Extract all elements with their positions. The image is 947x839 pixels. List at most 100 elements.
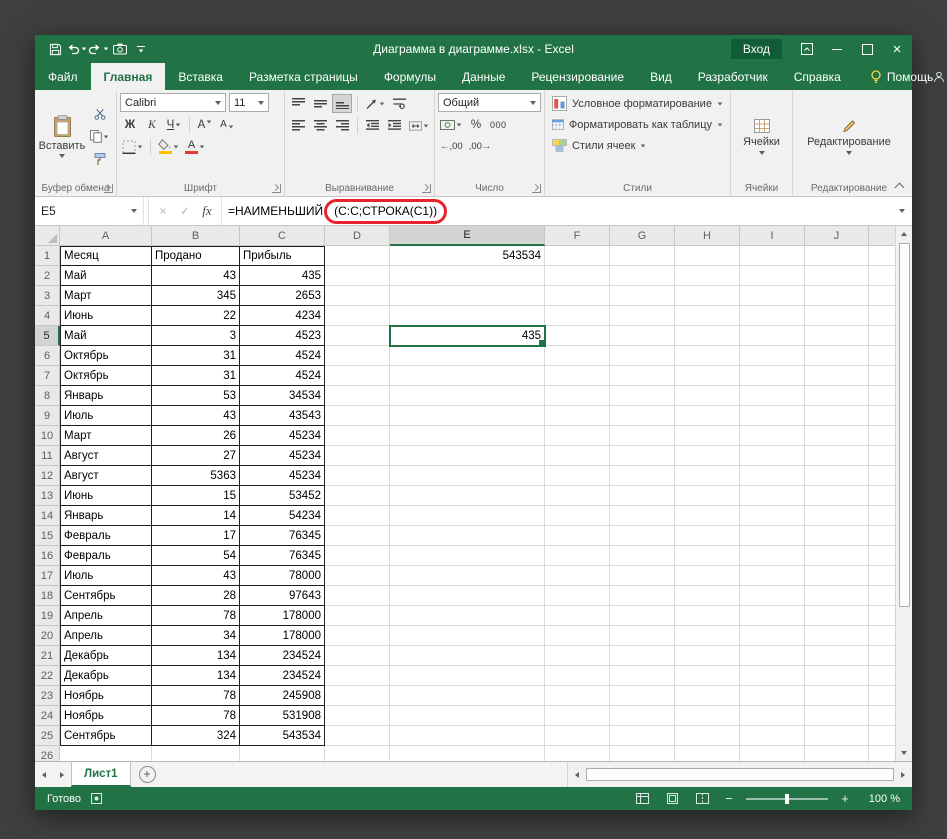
- cell-G4[interactable]: [610, 306, 675, 326]
- cell-A26[interactable]: [60, 746, 152, 761]
- cell-J5[interactable]: [805, 326, 869, 346]
- cell-F4[interactable]: [545, 306, 610, 326]
- cell-B15[interactable]: 17: [152, 526, 240, 546]
- cell-D17[interactable]: [325, 566, 390, 586]
- cell-H3[interactable]: [675, 286, 740, 306]
- cell-G15[interactable]: [610, 526, 675, 546]
- cell-K4[interactable]: [869, 306, 895, 326]
- cell-I17[interactable]: [740, 566, 805, 586]
- cell-J11[interactable]: [805, 446, 869, 466]
- cell-D6[interactable]: [325, 346, 390, 366]
- scroll-left-icon[interactable]: [570, 772, 584, 778]
- cell-F2[interactable]: [545, 266, 610, 286]
- cell-B20[interactable]: 34: [152, 626, 240, 646]
- cell-E11[interactable]: [390, 446, 545, 466]
- cell-D23[interactable]: [325, 686, 390, 706]
- column-header-F[interactable]: F: [545, 226, 610, 246]
- increase-decimal-button[interactable]: ←,00: [438, 137, 465, 156]
- cell-D19[interactable]: [325, 606, 390, 626]
- cell-B13[interactable]: 15: [152, 486, 240, 506]
- row-header-11[interactable]: 11: [35, 446, 60, 466]
- ribbon-tab-7[interactable]: Вид: [637, 63, 685, 90]
- ribbon-tab-6[interactable]: Рецензирование: [518, 63, 637, 90]
- row-header-24[interactable]: 24: [35, 706, 60, 726]
- cell-D4[interactable]: [325, 306, 390, 326]
- cell-H13[interactable]: [675, 486, 740, 506]
- cell-B10[interactable]: 26: [152, 426, 240, 446]
- cell-G13[interactable]: [610, 486, 675, 506]
- cell-J23[interactable]: [805, 686, 869, 706]
- cell-K6[interactable]: [869, 346, 895, 366]
- cell-A2[interactable]: Май: [60, 266, 152, 286]
- cell-F13[interactable]: [545, 486, 610, 506]
- cell-G18[interactable]: [610, 586, 675, 606]
- cell-C19[interactable]: 178000: [240, 606, 325, 626]
- cell-F18[interactable]: [545, 586, 610, 606]
- comma-format-button[interactable]: 000: [488, 115, 509, 134]
- cell-C25[interactable]: 543534: [240, 726, 325, 746]
- cell-D12[interactable]: [325, 466, 390, 486]
- cell-E6[interactable]: [390, 346, 545, 366]
- normal-view-icon[interactable]: [632, 787, 652, 810]
- cell-K5[interactable]: [869, 326, 895, 346]
- cell-B24[interactable]: 78: [152, 706, 240, 726]
- cell-F11[interactable]: [545, 446, 610, 466]
- cut-button[interactable]: [88, 104, 111, 123]
- cell-B8[interactable]: 53: [152, 386, 240, 406]
- increase-font-button[interactable]: А: [195, 115, 215, 134]
- cell-F26[interactable]: [545, 746, 610, 761]
- font-name-select[interactable]: Calibri: [120, 93, 226, 112]
- cell-A8[interactable]: Январь: [60, 386, 152, 406]
- font-size-select[interactable]: 11: [229, 93, 269, 112]
- align-middle-button[interactable]: [310, 94, 330, 113]
- cell-J26[interactable]: [805, 746, 869, 761]
- cell-E2[interactable]: [390, 266, 545, 286]
- cell-B19[interactable]: 78: [152, 606, 240, 626]
- tell-me-area[interactable]: Помощь: [870, 63, 933, 90]
- cell-A21[interactable]: Декабрь: [60, 646, 152, 666]
- cell-J18[interactable]: [805, 586, 869, 606]
- cell-A12[interactable]: Август: [60, 466, 152, 486]
- cell-A9[interactable]: Июль: [60, 406, 152, 426]
- row-header-16[interactable]: 16: [35, 546, 60, 566]
- cell-F24[interactable]: [545, 706, 610, 726]
- cell-E21[interactable]: [390, 646, 545, 666]
- cell-D7[interactable]: [325, 366, 390, 386]
- cell-B7[interactable]: 31: [152, 366, 240, 386]
- page-break-view-icon[interactable]: [692, 787, 712, 810]
- cell-A5[interactable]: Май: [60, 326, 152, 346]
- cell-A25[interactable]: Сентябрь: [60, 726, 152, 746]
- cell-H8[interactable]: [675, 386, 740, 406]
- undo-icon[interactable]: [66, 37, 87, 61]
- column-header-A[interactable]: A: [60, 226, 152, 246]
- cell-J1[interactable]: [805, 246, 869, 266]
- row-header-18[interactable]: 18: [35, 586, 60, 606]
- cell-E12[interactable]: [390, 466, 545, 486]
- cell-F21[interactable]: [545, 646, 610, 666]
- cell-I4[interactable]: [740, 306, 805, 326]
- cell-F8[interactable]: [545, 386, 610, 406]
- cell-B16[interactable]: 54: [152, 546, 240, 566]
- font-dialog-launcher-icon[interactable]: [272, 184, 281, 193]
- scroll-right-icon[interactable]: [896, 772, 910, 778]
- cell-C21[interactable]: 234524: [240, 646, 325, 666]
- row-header-6[interactable]: 6: [35, 346, 60, 366]
- horizontal-scrollbar[interactable]: [567, 762, 912, 787]
- row-header-21[interactable]: 21: [35, 646, 60, 666]
- underline-button[interactable]: Ч: [164, 115, 184, 134]
- cell-H23[interactable]: [675, 686, 740, 706]
- cell-A14[interactable]: Январь: [60, 506, 152, 526]
- cell-J8[interactable]: [805, 386, 869, 406]
- cell-B22[interactable]: 134: [152, 666, 240, 686]
- save-icon[interactable]: [45, 37, 65, 61]
- cell-C11[interactable]: 45234: [240, 446, 325, 466]
- conditional-formatting-button[interactable]: Условное форматирование: [548, 93, 727, 114]
- row-header-20[interactable]: 20: [35, 626, 60, 646]
- cell-E4[interactable]: [390, 306, 545, 326]
- column-header-B[interactable]: B: [152, 226, 240, 246]
- cell-I15[interactable]: [740, 526, 805, 546]
- new-sheet-button[interactable]: +: [139, 766, 156, 783]
- ribbon-tab-3[interactable]: Разметка страницы: [236, 63, 371, 90]
- cell-D24[interactable]: [325, 706, 390, 726]
- row-header-3[interactable]: 3: [35, 286, 60, 306]
